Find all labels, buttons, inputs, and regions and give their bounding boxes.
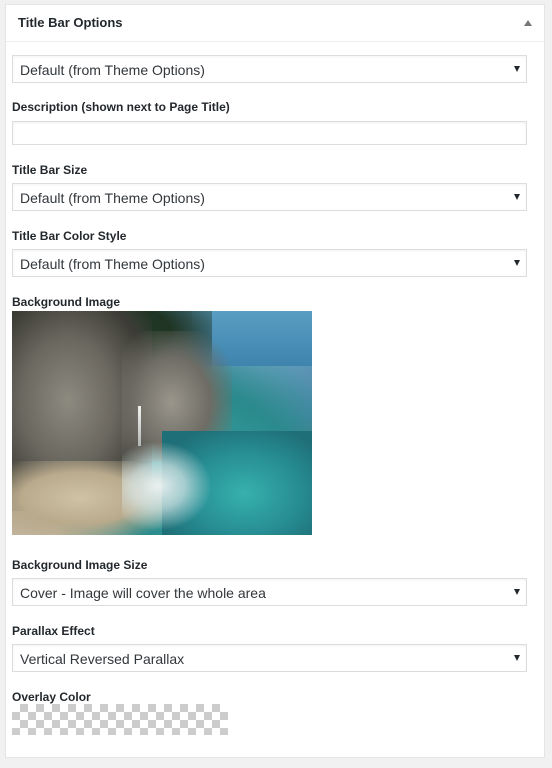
title-bar-select[interactable]: Default (from Theme Options) (12, 55, 527, 83)
image-waterfall-region (138, 406, 141, 446)
dropdown-arrow-icon (514, 589, 520, 595)
background-image-size-label: Background Image Size (12, 558, 148, 572)
parallax-effect-select[interactable]: Vertical Reversed Parallax (12, 644, 527, 672)
background-image-size-select[interactable]: Cover - Image will cover the whole area (12, 578, 527, 606)
overlay-color-swatch[interactable] (12, 704, 228, 735)
title-bar-size-select[interactable]: Default (from Theme Options) (12, 183, 527, 211)
title-bar-size-label: Title Bar Size (12, 163, 88, 177)
background-image-preview[interactable] (12, 311, 312, 535)
panel-title: Title Bar Options (18, 15, 123, 30)
title-bar-color-style-select[interactable]: Default (from Theme Options) (12, 249, 527, 277)
image-surf-region (122, 441, 212, 531)
title-bar-color-style-label: Title Bar Color Style (12, 229, 127, 243)
dropdown-arrow-icon (514, 260, 520, 266)
parallax-effect-select-value: Vertical Reversed Parallax (20, 651, 185, 667)
background-image-size-select-value: Cover - Image will cover the whole area (20, 585, 266, 601)
dropdown-arrow-icon (514, 194, 520, 200)
background-image-label: Background Image (12, 295, 121, 309)
overlay-color-label: Overlay Color (12, 690, 91, 704)
description-label: Description (shown next to Page Title) (12, 100, 230, 114)
title-bar-select-value: Default (from Theme Options) (20, 62, 205, 78)
dropdown-arrow-icon (514, 655, 520, 661)
panel-header[interactable]: Title Bar Options (6, 5, 544, 42)
title-bar-size-select-value: Default (from Theme Options) (20, 190, 205, 206)
description-input[interactable] (12, 121, 527, 145)
parallax-effect-label: Parallax Effect (12, 624, 95, 638)
collapse-triangle-icon[interactable] (524, 20, 532, 26)
title-bar-color-style-select-value: Default (from Theme Options) (20, 256, 205, 272)
dropdown-arrow-icon (514, 66, 520, 72)
